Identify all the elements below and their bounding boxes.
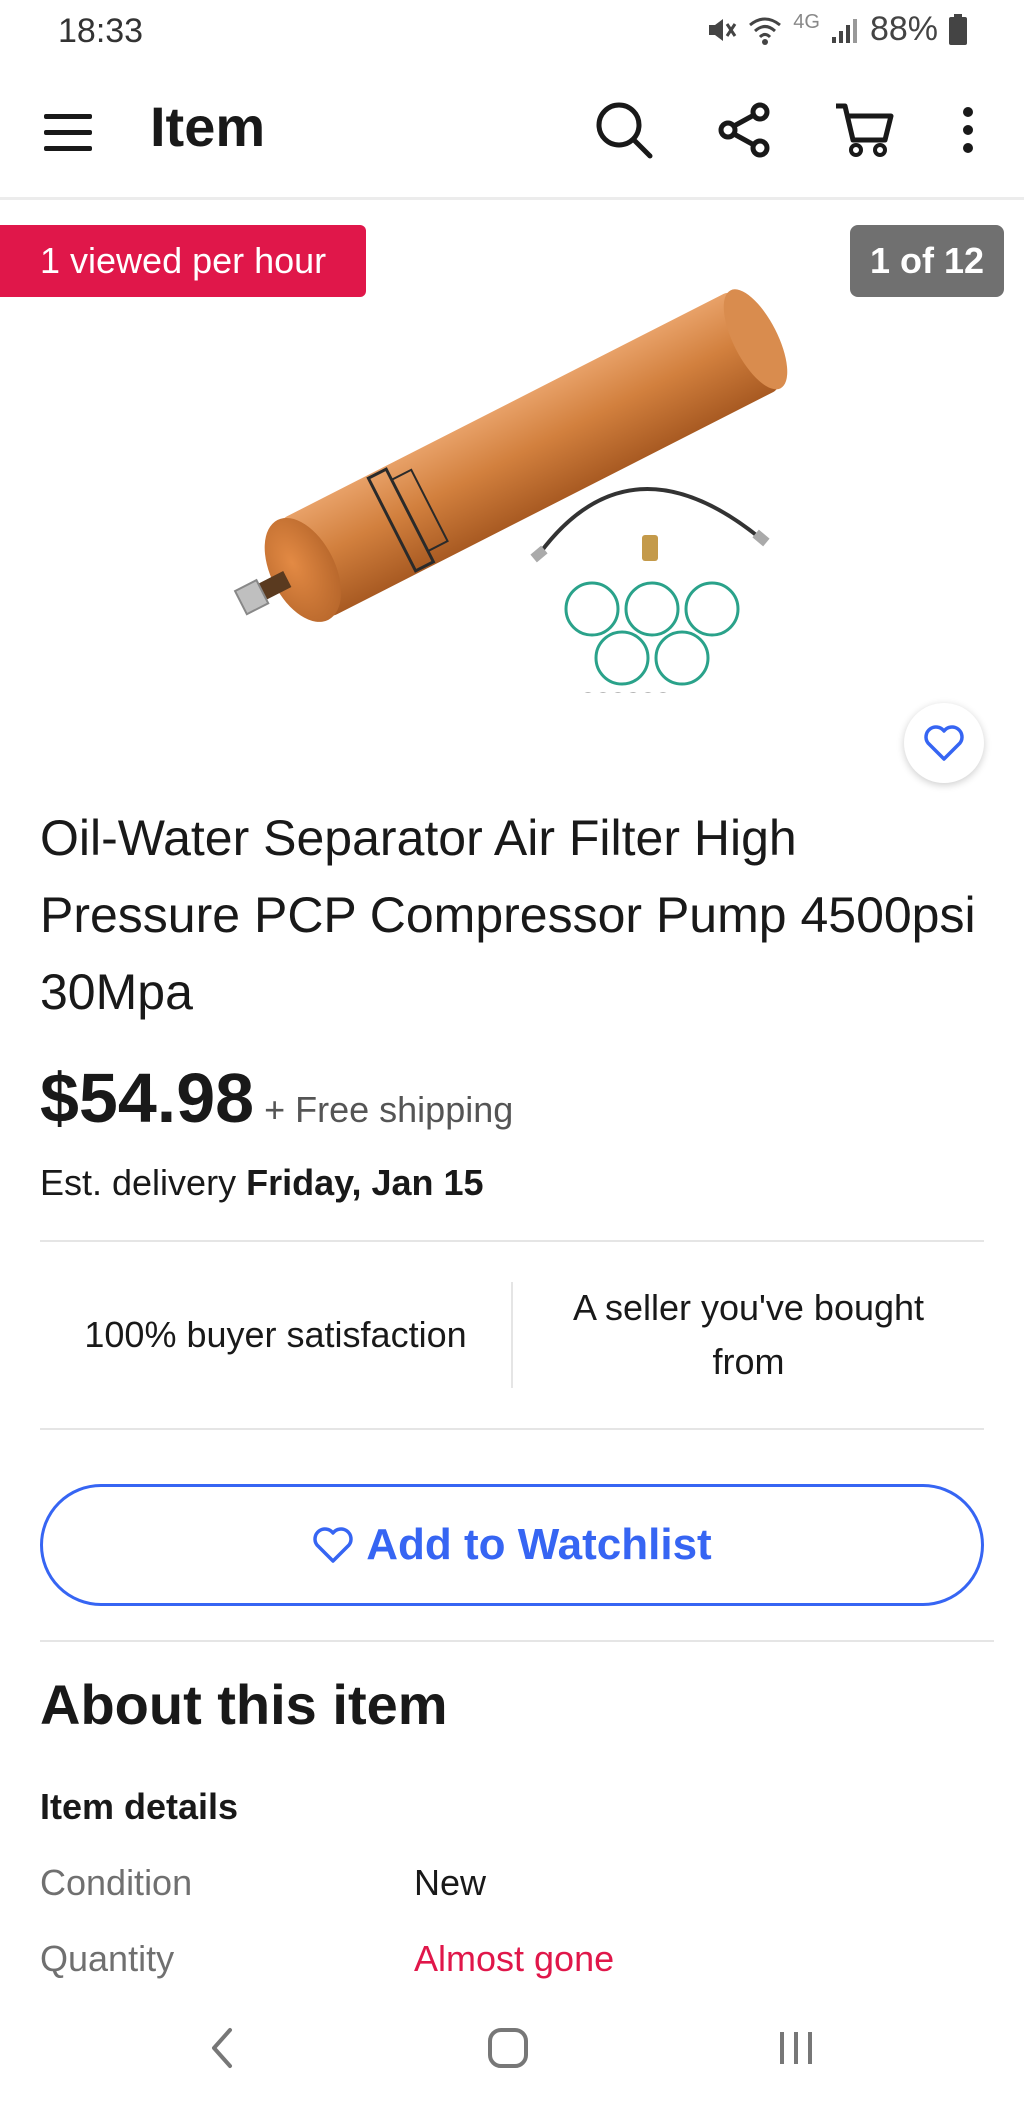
share-icon[interactable] [712, 98, 776, 162]
about-heading: About this item [40, 1673, 448, 1736]
delivery-date: Friday, Jan 15 [246, 1162, 484, 1203]
cart-icon[interactable] [832, 98, 896, 162]
menu-icon[interactable] [40, 104, 96, 160]
more-icon[interactable] [938, 98, 998, 162]
divider [40, 1428, 984, 1430]
heart-icon [924, 725, 964, 761]
status-bar: 18:33 4G 88% [0, 0, 1024, 64]
home-icon[interactable] [478, 2020, 538, 2076]
product-image[interactable] [230, 273, 790, 693]
status-icons: 4G 88% [703, 10, 968, 49]
search-icon[interactable] [592, 98, 656, 162]
recent-apps-icon[interactable] [766, 2020, 826, 2076]
item-title: Oil-Water Separator Air Filter High Pres… [40, 810, 976, 1020]
system-nav-bar [0, 1990, 1024, 2104]
signal-icon [831, 18, 857, 43]
seller-info: 100% buyer satisfaction A seller you've … [40, 1242, 984, 1428]
price: $54.98 [40, 1059, 255, 1137]
detail-label: Quantity [40, 1938, 175, 1979]
status-time: 18:33 [58, 12, 144, 50]
delivery-label: Est. delivery [40, 1162, 247, 1203]
wifi-icon [749, 17, 782, 45]
favorite-button[interactable] [904, 703, 984, 783]
estimated-delivery: Est. delivery Friday, Jan 15 [40, 1162, 484, 1204]
image-counter: 1 of 12 [849, 225, 1004, 297]
price-row: $54.98 + Free shipping [40, 1058, 513, 1138]
buyer-satisfaction: 100% buyer satisfaction [84, 1314, 467, 1355]
add-to-watchlist-button[interactable]: Add to Watchlist [40, 1484, 984, 1606]
detail-value: New [414, 1862, 487, 1903]
detail-label: Condition [40, 1862, 193, 1903]
page-title: Item [150, 95, 266, 158]
heart-icon [313, 1527, 353, 1563]
network-type: 4G [793, 11, 820, 33]
battery-icon [949, 13, 967, 45]
app-bar: Item [0, 64, 1024, 200]
image-gallery[interactable]: 1 viewed per hour 1 of 12 [0, 203, 1024, 783]
watchlist-label: Add to Watchlist [366, 1520, 712, 1569]
detail-value: Almost gone [414, 1938, 615, 1979]
item-details-heading: Item details [40, 1786, 239, 1827]
mute-icon [709, 18, 737, 41]
shipping-info: + Free shipping [264, 1089, 514, 1130]
divider [40, 1640, 994, 1642]
battery-percent: 88% [869, 10, 938, 48]
back-icon[interactable] [192, 2020, 252, 2076]
seller-history: A seller you've bought from [572, 1287, 925, 1382]
